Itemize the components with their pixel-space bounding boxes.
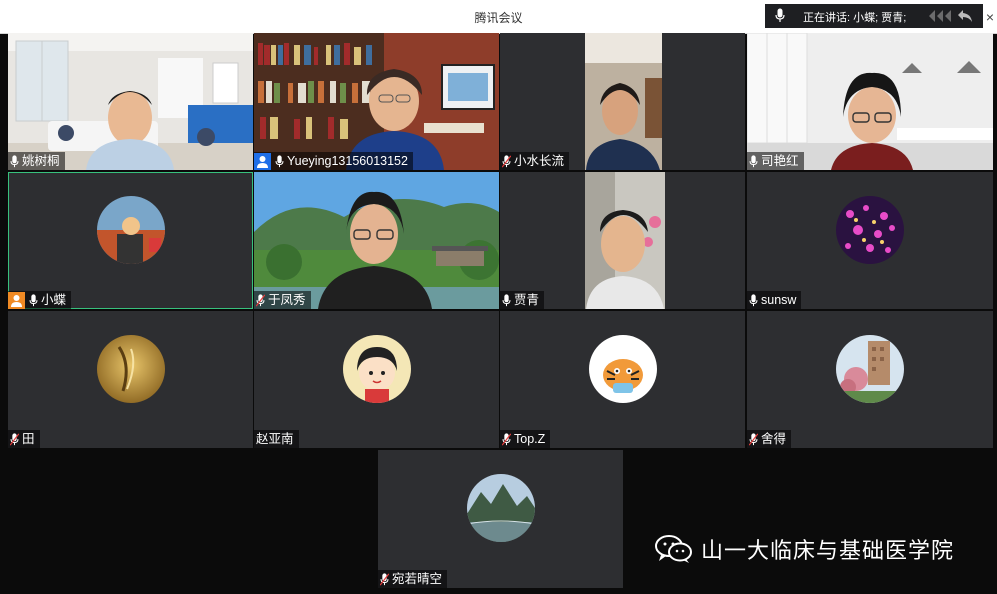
title-bar: 腾讯会议 正在讲话: 小蝶; 贾青; × <box>0 0 997 34</box>
participant-name: 贾青 <box>514 293 540 307</box>
participant-name: 司艳红 <box>761 154 799 168</box>
participant-name: Top.Z <box>514 432 546 446</box>
participant-tile[interactable]: 舍得 <box>747 311 993 448</box>
participant-tile[interactable]: 司艳红 <box>747 33 993 170</box>
participant-name: 于凤秀 <box>268 293 306 307</box>
participant-name-bar: 小水长流 <box>500 152 570 170</box>
video-feed <box>254 172 499 309</box>
participant-tile[interactable]: 小水长流 <box>500 33 745 170</box>
close-icon[interactable]: × <box>983 8 997 26</box>
wechat-icon <box>655 535 692 563</box>
participant-name-bar: 姚树桐 <box>8 152 65 170</box>
avatar <box>836 196 904 264</box>
microphone-muted-icon <box>10 432 19 446</box>
microphone-icon <box>749 154 758 167</box>
pin-back-icon[interactable] <box>957 8 973 24</box>
participant-tile[interactable]: 姚树桐 <box>8 33 253 170</box>
participant-name: 田 <box>22 432 35 446</box>
video-feed <box>8 33 253 170</box>
participant-tile[interactable]: 田 <box>8 311 253 448</box>
microphone-muted-icon <box>749 432 758 446</box>
participant-tile-active[interactable]: 小蝶 <box>8 172 253 309</box>
participant-name: Yueying13156013152 <box>287 154 408 168</box>
microphone-icon <box>10 154 19 167</box>
watermark-text: 山一大临床与基础医学院 <box>701 538 955 563</box>
participant-name-bar: Top.Z <box>500 430 551 448</box>
microphone-icon <box>29 293 38 306</box>
microphone-icon <box>749 293 758 306</box>
self-user-icon <box>254 152 271 170</box>
participant-name: 小水长流 <box>514 154 565 168</box>
microphone-icon <box>275 154 284 167</box>
video-feed <box>500 172 745 309</box>
participant-name-bar: Yueying13156013152 <box>254 152 413 170</box>
participant-tile[interactable]: sunsw <box>747 172 993 309</box>
participant-name-bar: 贾青 <box>500 291 545 309</box>
participant-name-bar: sunsw <box>747 291 802 309</box>
avatar <box>97 335 165 403</box>
participant-name: 小蝶 <box>41 293 67 307</box>
wechat-watermark: 山一大临床与基础医学院 <box>655 533 954 565</box>
participant-tile[interactable]: 赵亚南 <box>254 311 499 448</box>
participant-tile[interactable]: Yueying13156013152 <box>254 33 499 170</box>
participant-name-bar: 司艳红 <box>747 152 804 170</box>
avatar <box>97 196 165 264</box>
microphone-icon <box>502 293 511 306</box>
microphone-muted-icon <box>256 293 265 307</box>
expand-arrows-icon[interactable] <box>929 10 951 22</box>
participant-name: 宛若晴空 <box>392 572 443 586</box>
microphone-muted-icon <box>502 432 511 446</box>
avatar <box>589 335 657 403</box>
microphone-muted-icon <box>380 572 389 586</box>
speaking-text: 正在讲话: 小蝶; 贾青; <box>803 12 907 24</box>
participant-name: 赵亚南 <box>256 432 294 446</box>
participant-tile[interactable]: 宛若晴空 <box>378 450 623 588</box>
participant-tile[interactable]: 贾青 <box>500 172 745 309</box>
participant-name: 姚树桐 <box>22 154 60 168</box>
participant-name-bar: 舍得 <box>747 430 792 448</box>
speaking-indicator: 正在讲话: 小蝶; 贾青; <box>765 4 983 28</box>
participant-name-bar: 于凤秀 <box>254 291 311 309</box>
participant-tile[interactable]: Top.Z <box>500 311 745 448</box>
participant-name-bar: 赵亚南 <box>254 430 299 448</box>
participant-name: sunsw <box>761 293 797 307</box>
video-feed <box>747 33 993 170</box>
microphone-muted-icon <box>502 154 511 168</box>
participant-name-bar: 田 <box>8 430 40 448</box>
participant-name-bar: 小蝶 <box>8 291 72 309</box>
host-user-icon <box>8 291 25 309</box>
participant-tile[interactable]: 于凤秀 <box>254 172 499 309</box>
microphone-icon <box>775 8 785 22</box>
participant-name: 舍得 <box>761 432 787 446</box>
video-feed <box>254 33 499 170</box>
avatar <box>836 335 904 403</box>
video-feed <box>500 33 745 170</box>
participant-name-bar: 宛若晴空 <box>378 570 448 588</box>
avatar <box>467 474 535 542</box>
avatar <box>343 335 411 403</box>
